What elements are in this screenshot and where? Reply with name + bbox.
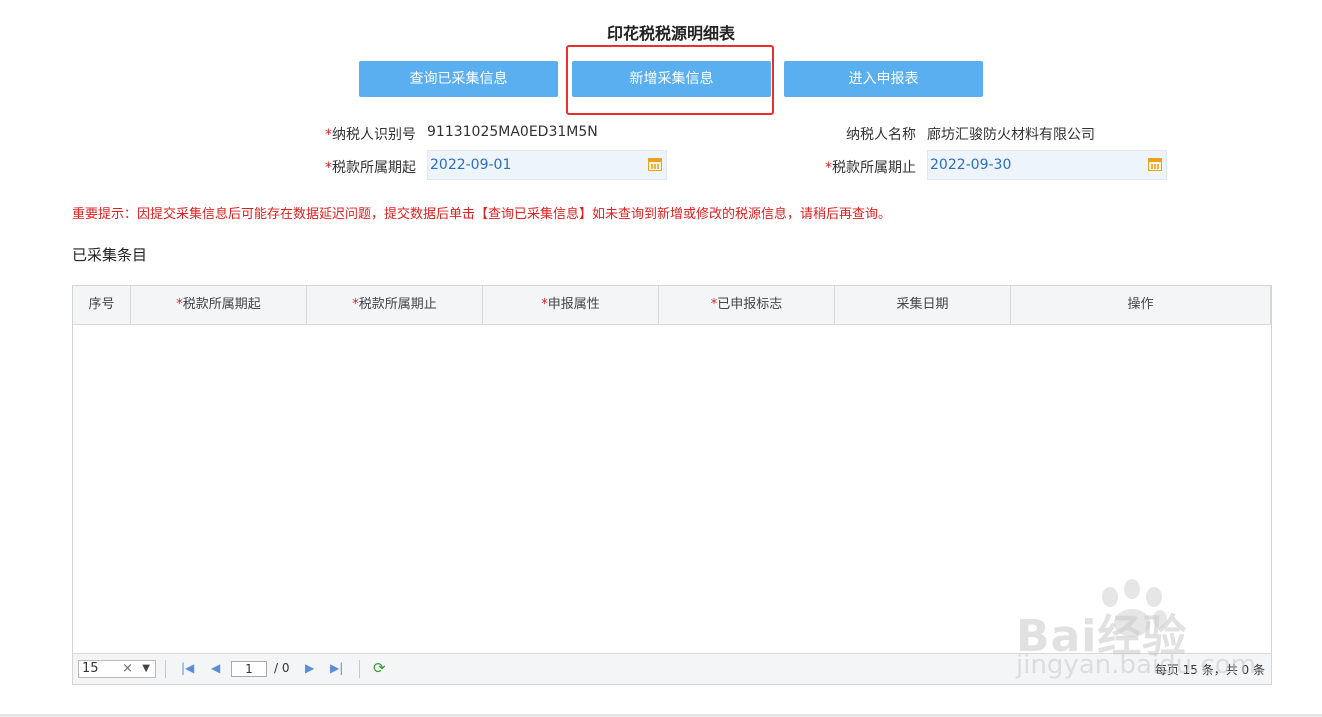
page-size-value: 15 xyxy=(82,661,99,676)
column-label: 已申报标志 xyxy=(717,297,783,312)
section-title: 已采集条目 xyxy=(72,246,148,264)
chevron-down-icon[interactable]: ▼ xyxy=(142,661,150,677)
column-header-period-end: *税款所属期止 xyxy=(307,286,483,324)
period-end-date-field[interactable]: 2022-09-30 xyxy=(927,150,1167,180)
column-header-period-start: *税款所属期起 xyxy=(131,286,307,324)
enter-declaration-button[interactable]: 进入申报表 xyxy=(784,61,983,97)
important-notice: 重要提示：因提交采集信息后可能存在数据延迟问题，提交数据后单击【查询已采集信息】… xyxy=(72,207,892,222)
column-header-operation: 操作 xyxy=(1011,286,1271,324)
column-header-collection-date: 采集日期 xyxy=(835,286,1011,324)
required-mark: * xyxy=(325,160,332,176)
column-label: 采集日期 xyxy=(896,297,949,312)
clear-icon[interactable]: × xyxy=(122,661,133,677)
column-header-declared-flag: *已申报标志 xyxy=(659,286,835,324)
divider xyxy=(165,660,166,678)
column-label: 税款所属期起 xyxy=(182,297,261,312)
required-mark: * xyxy=(325,127,332,143)
taxpayer-id-value: 91131025MA0ED31M5N xyxy=(427,124,598,140)
watermark-url: jingyan.baidu.com xyxy=(1016,650,1256,680)
required-mark: * xyxy=(825,160,832,176)
highlight-annotation xyxy=(566,45,774,115)
calendar-icon[interactable] xyxy=(648,158,662,171)
period-start-label: *税款所属期起 xyxy=(300,157,416,177)
query-collected-button[interactable]: 查询已采集信息 xyxy=(359,61,558,97)
last-page-icon[interactable]: ▶| xyxy=(330,661,343,675)
taxpayer-name-value: 廊坊汇骏防火材料有限公司 xyxy=(927,127,1095,143)
column-label: 序号 xyxy=(88,297,115,312)
period-start-date-field[interactable]: 2022-09-01 xyxy=(427,150,667,180)
prev-page-icon[interactable]: ◀ xyxy=(211,661,220,675)
taxpayer-name-label: 纳税人名称 xyxy=(846,127,916,143)
period-start-label-text: 税款所属期起 xyxy=(332,160,416,176)
page-title: 印花税税源明细表 xyxy=(606,24,735,43)
column-label: 申报属性 xyxy=(547,297,600,312)
divider xyxy=(359,660,360,678)
column-label: 操作 xyxy=(1127,297,1154,312)
period-end-label-text: 税款所属期止 xyxy=(832,160,916,176)
taxpayer-id-label-text: 纳税人识别号 xyxy=(332,127,416,143)
first-page-icon[interactable]: |◀ xyxy=(181,661,194,675)
current-page-input[interactable]: 1 xyxy=(231,661,267,677)
taxpayer-id-label: *纳税人识别号 xyxy=(300,124,416,144)
period-start-date-value: 2022-09-01 xyxy=(430,157,512,173)
page-size-select[interactable]: 15 × ▼ xyxy=(78,660,156,678)
next-page-icon[interactable]: ▶ xyxy=(305,661,314,675)
refresh-icon[interactable]: ⟳ xyxy=(373,659,386,677)
period-end-date-value: 2022-09-30 xyxy=(930,157,1012,173)
column-header-index: 序号 xyxy=(73,286,131,324)
column-label: 税款所属期止 xyxy=(358,297,437,312)
total-pages: / 0 xyxy=(274,661,290,675)
period-end-label: *税款所属期止 xyxy=(780,157,916,177)
calendar-icon[interactable] xyxy=(1148,158,1162,171)
table-header: 序号 *税款所属期起 *税款所属期止 *申报属性 *已申报标志 采集日期 操作 xyxy=(73,286,1271,325)
column-header-declaration-attribute: *申报属性 xyxy=(483,286,659,324)
